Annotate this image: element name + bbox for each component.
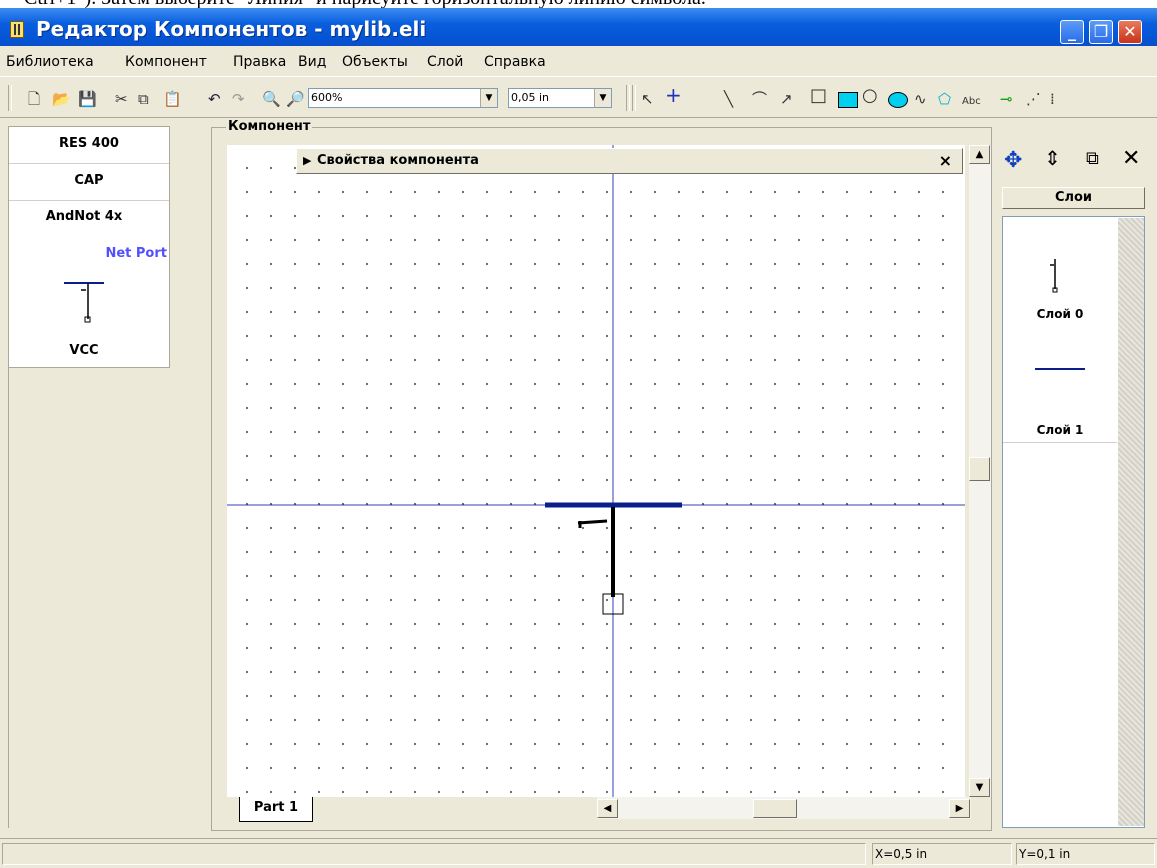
arc-tool-icon[interactable]: ⌒ (752, 91, 767, 107)
toolbar-separator (626, 85, 630, 111)
menu-edit[interactable]: Правка (233, 54, 286, 70)
line-tool-icon[interactable]: ╲ (724, 91, 733, 107)
expand-arrow-icon[interactable]: ▶ (303, 154, 311, 167)
filled-rectangle-tool-icon[interactable] (838, 92, 858, 108)
zoom-value: 600% (311, 91, 343, 104)
layer-0-label[interactable]: Слой 0 (1003, 307, 1117, 321)
pin-mark (577, 519, 608, 525)
select-arrow-icon[interactable]: ↖ (641, 91, 654, 107)
scroll-up-button[interactable]: ▲ (969, 145, 990, 164)
save-icon[interactable]: 💾 (78, 91, 97, 107)
polygon-tool-icon[interactable]: ⬠ (938, 91, 951, 107)
zoom-in-icon[interactable]: 🔍 (262, 91, 281, 107)
status-x-coordinate: X=0,5 in (872, 843, 1012, 865)
fit-icon[interactable]: ⧉ (1086, 148, 1099, 169)
port-tool-icon[interactable]: ⊸ (1000, 91, 1013, 107)
copy-icon[interactable]: ⧉ (138, 91, 149, 107)
library-item[interactable]: CAP (9, 164, 169, 201)
vertical-scrollbar[interactable]: ▲ ▼ (969, 145, 991, 797)
library-item-selected[interactable]: AndNot 4x Net Port VCC (9, 201, 169, 366)
menu-layer[interactable]: Слой (427, 54, 463, 70)
paste-icon[interactable]: 📋 (163, 91, 182, 107)
zoom-out-icon[interactable]: 🔎 (286, 91, 305, 107)
scroll-down-button[interactable]: ▼ (969, 778, 990, 797)
rectangle-tool-icon[interactable]: □ (810, 87, 827, 105)
grid-dropdown-icon[interactable]: ▼ (594, 89, 611, 107)
library-panel-edge (8, 366, 9, 828)
horizontal-scrollbar[interactable]: ◀ ▶ (597, 797, 971, 819)
menu-help[interactable]: Справка (484, 54, 546, 70)
layer-1-preview-icon (1035, 368, 1085, 370)
minimize-button[interactable]: _ (1060, 20, 1084, 44)
library-item-label: AndNot 4x (45, 209, 123, 224)
horizontal-scroll-thumb[interactable] (753, 799, 797, 818)
delete-icon[interactable]: ✕ (1122, 146, 1140, 171)
library-item[interactable]: RES 400 (9, 127, 169, 164)
open-folder-icon[interactable]: 📂 (52, 91, 71, 107)
properties-close-button[interactable]: × (939, 151, 952, 170)
scroll-right-button[interactable]: ▶ (949, 799, 970, 818)
cut-icon[interactable]: ✂ (115, 91, 128, 107)
properties-bar[interactable]: ▶ Свойства компонента × (296, 148, 963, 174)
library-list: RES 400 CAP AndNot 4x Net Port VCC (8, 126, 170, 368)
layers-items: Слой 0 Слой 1 (1003, 217, 1117, 443)
vertical-scroll-thumb[interactable] (969, 457, 990, 481)
part-tabs: Part 1 (227, 797, 597, 823)
menu-bar: Библиотека Компонент Правка Вид Объекты … (0, 50, 1157, 74)
menu-component[interactable]: Компонент (125, 54, 207, 70)
status-message (2, 843, 866, 865)
title-bar: Редактор Компонентов - mylib.eli _ ❐ ✕ (0, 8, 1157, 46)
polyline-tool-icon[interactable]: ∿ (914, 91, 927, 107)
net-port-name: VCC (69, 343, 99, 358)
reorder-icon[interactable]: ⇕ (1044, 146, 1061, 170)
canvas-drawing (227, 145, 965, 797)
redo-icon[interactable]: ↷ (232, 91, 245, 107)
new-file-icon[interactable]: 🗋 (28, 91, 40, 107)
caption-text: Ctrl+1"). Затем выберите "Линия" и нарис… (24, 0, 706, 8)
toolbar-grip (8, 85, 12, 111)
toolbar-separator (632, 85, 636, 111)
layers-scroll-area (1118, 218, 1144, 826)
zoom-select[interactable]: 600% ▼ (308, 88, 498, 108)
layers-header: Слои (1002, 187, 1145, 209)
grid-value: 0,05 in (511, 91, 550, 104)
layer-0-preview-icon (1050, 259, 1058, 293)
menu-view[interactable]: Вид (298, 54, 326, 70)
document-caption: Ctrl+1"). Затем выберите "Линия" и нарис… (0, 0, 1157, 8)
grid-select[interactable]: 0,05 in ▼ (508, 88, 612, 108)
toolbar: 🗋 📂 💾 ✂ ⧉ 📋 ↶ ↷ 🔍 🔎 600% ▼ 0,05 in ▼ ↖ +… (0, 76, 1157, 118)
zoom-dropdown-icon[interactable]: ▼ (480, 89, 497, 107)
layers-toolbar: ✥ ⇕ ⧉ ✕ (1000, 144, 1157, 184)
component-group-label: Компонент (226, 119, 313, 134)
bus-tool-icon[interactable]: ⋰ (1026, 91, 1041, 107)
ellipse-tool-icon[interactable]: ○ (862, 87, 878, 105)
maximize-button[interactable]: ❐ (1089, 20, 1113, 44)
move-icon[interactable]: ✥ (1004, 148, 1022, 173)
pin-cross-icon[interactable]: + (665, 85, 682, 105)
filled-ellipse-tool-icon[interactable] (888, 92, 908, 108)
layer-1-label[interactable]: Слой 1 (1003, 423, 1117, 437)
menu-library[interactable]: Библиотека (6, 54, 94, 70)
window-title: Редактор Компонентов - mylib.eli (36, 17, 427, 41)
net-port-label: Net Port (105, 246, 167, 261)
drawing-canvas[interactable] (227, 145, 965, 797)
net-port-symbol-icon (64, 282, 104, 323)
close-button[interactable]: ✕ (1118, 20, 1142, 44)
undo-icon[interactable]: ↶ (208, 91, 221, 107)
menu-objects[interactable]: Объекты (342, 54, 408, 70)
scroll-left-button[interactable]: ◀ (597, 799, 618, 818)
status-bar: X=0,5 in Y=0,1 in (0, 838, 1157, 868)
text-tool-icon[interactable]: Abc (962, 94, 981, 110)
status-y-coordinate: Y=0,1 in (1016, 843, 1155, 865)
tab-part-1[interactable]: Part 1 (239, 797, 313, 822)
properties-title: Свойства компонента (317, 153, 479, 168)
app-icon (10, 21, 24, 38)
more-tools-icon[interactable]: ⁞ (1050, 91, 1055, 107)
arrow-tool-icon[interactable]: ↗ (780, 91, 793, 107)
